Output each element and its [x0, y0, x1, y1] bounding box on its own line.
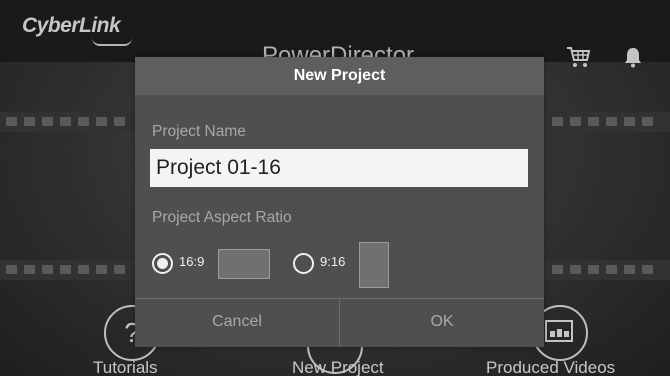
portrait-preview-icon [359, 242, 389, 288]
landscape-preview-icon [218, 249, 270, 279]
aspect-16-9-label: 16:9 [179, 254, 205, 269]
cancel-button[interactable]: Cancel [135, 299, 340, 347]
dialog-title: New Project [293, 67, 386, 84]
dialog-button-row: Cancel OK [135, 298, 544, 348]
new-project-dialog: New Project Project Name Project Aspect … [135, 57, 544, 347]
dialog-header: New Project [135, 57, 544, 95]
app-background: CyberLink PowerDirector ? Tutorials New … [0, 0, 670, 376]
aspect-option-9-16[interactable]: 9:16 [293, 242, 393, 288]
project-name-input[interactable] [150, 149, 528, 187]
aspect-option-16-9[interactable]: 16:9 [152, 245, 274, 285]
project-name-label: Project Name [152, 123, 246, 140]
radio-16-9[interactable] [152, 253, 173, 274]
radio-9-16[interactable] [293, 253, 314, 274]
aspect-9-16-label: 9:16 [320, 254, 346, 269]
ok-button[interactable]: OK [340, 299, 544, 347]
aspect-ratio-label: Project Aspect Ratio [152, 209, 292, 226]
